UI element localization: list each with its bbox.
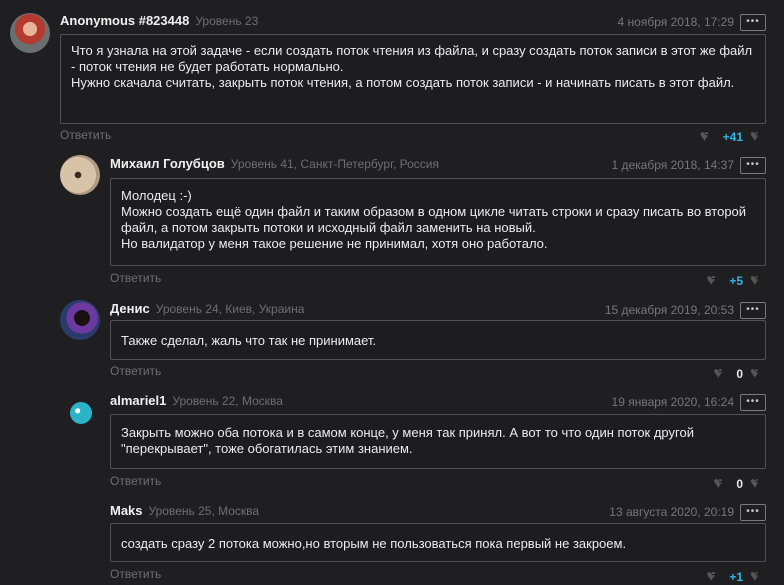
comment-date: 19 января 2020, 16:24 xyxy=(611,395,734,409)
avatar[interactable] xyxy=(10,13,50,53)
comment-date: 1 декабря 2018, 14:37 xyxy=(611,158,734,172)
author-name[interactable]: Михаил Голубцов xyxy=(110,156,225,171)
heart-minus-icon[interactable]: ♥ − xyxy=(706,569,722,585)
avatar[interactable] xyxy=(60,300,100,340)
author-level: Уровень 24, Киев, Украина xyxy=(155,302,305,316)
heart-minus-icon[interactable]: ♥ − xyxy=(713,476,729,492)
comment-text: Можно создать ещё один файл и таким обра… xyxy=(121,204,747,235)
reply-link[interactable]: Ответить xyxy=(60,128,111,142)
reply-link[interactable]: Ответить xyxy=(110,474,161,488)
more-options-button[interactable]: ••• xyxy=(740,301,766,319)
comment-body: Закрыть можно оба потока и в самом конце… xyxy=(110,414,766,469)
heart-plus-icon[interactable]: ♥ + xyxy=(750,273,766,289)
comment-text: Также сделал, жаль что так не принимает. xyxy=(121,333,377,348)
vote-count: +1 xyxy=(729,570,743,584)
vote-count: +5 xyxy=(729,274,743,288)
avatar[interactable] xyxy=(70,402,92,424)
reply-link[interactable]: Ответить xyxy=(110,271,161,285)
comment-date: 13 августа 2020, 20:19 xyxy=(609,505,734,519)
vote-count: +41 xyxy=(722,130,743,144)
vote-count: 0 xyxy=(736,367,743,381)
comment-body: Также сделал, жаль что так не принимает. xyxy=(110,320,766,360)
comment-body: Что я узнала на этой задаче - если созда… xyxy=(60,34,766,124)
heart-minus-icon[interactable]: ♥ − xyxy=(713,366,729,382)
author-level: Уровень 25, Москва xyxy=(148,504,260,518)
heart-plus-icon[interactable]: ♥ + xyxy=(750,366,766,382)
comment-text: Молодец :-) xyxy=(121,188,192,203)
comment-text: создать сразу 2 потока можно,но вторым н… xyxy=(121,536,627,551)
comment-body: создать сразу 2 потока можно,но вторым н… xyxy=(110,523,766,562)
author-level: Уровень 23 xyxy=(195,14,259,28)
heart-plus-icon[interactable]: ♥ + xyxy=(750,569,766,585)
comment-text: Нужно скачала считать, закрыть поток чте… xyxy=(71,75,735,90)
comment-date: 4 ноября 2018, 17:29 xyxy=(617,15,734,29)
author-name[interactable]: Anonymous #823448 xyxy=(60,13,189,28)
author-name[interactable]: Maks xyxy=(110,503,143,518)
author-level: Уровень 22, Москва xyxy=(172,394,283,408)
comment-date: 15 декабря 2019, 20:53 xyxy=(604,303,734,317)
heart-plus-icon[interactable]: ♥ + xyxy=(750,129,766,145)
vote-count: 0 xyxy=(736,477,743,491)
more-options-button[interactable]: ••• xyxy=(740,13,766,31)
comment-text: Но валидатор у меня такое решение не при… xyxy=(121,236,548,251)
reply-link[interactable]: Ответить xyxy=(110,364,161,378)
more-options-button[interactable]: ••• xyxy=(740,156,766,174)
comment-body: Молодец :-) Можно создать ещё один файл и… xyxy=(110,178,766,266)
heart-minus-icon[interactable]: ♥ − xyxy=(700,129,716,145)
author-level: Уровень 41, Санкт-Петербург, Россия xyxy=(230,157,440,171)
comment-text: Что я узнала на этой задаче - если созда… xyxy=(71,43,753,74)
comment-text: Закрыть можно оба потока и в самом конце… xyxy=(121,425,694,456)
heart-plus-icon[interactable]: ♥ + xyxy=(750,476,766,492)
author-name[interactable]: almariel1 xyxy=(110,393,166,408)
more-options-button[interactable]: ••• xyxy=(740,503,766,521)
heart-minus-icon[interactable]: ♥ − xyxy=(706,273,722,289)
more-options-button[interactable]: ••• xyxy=(740,393,766,411)
avatar[interactable] xyxy=(60,155,100,195)
author-name[interactable]: Денис xyxy=(110,301,150,316)
